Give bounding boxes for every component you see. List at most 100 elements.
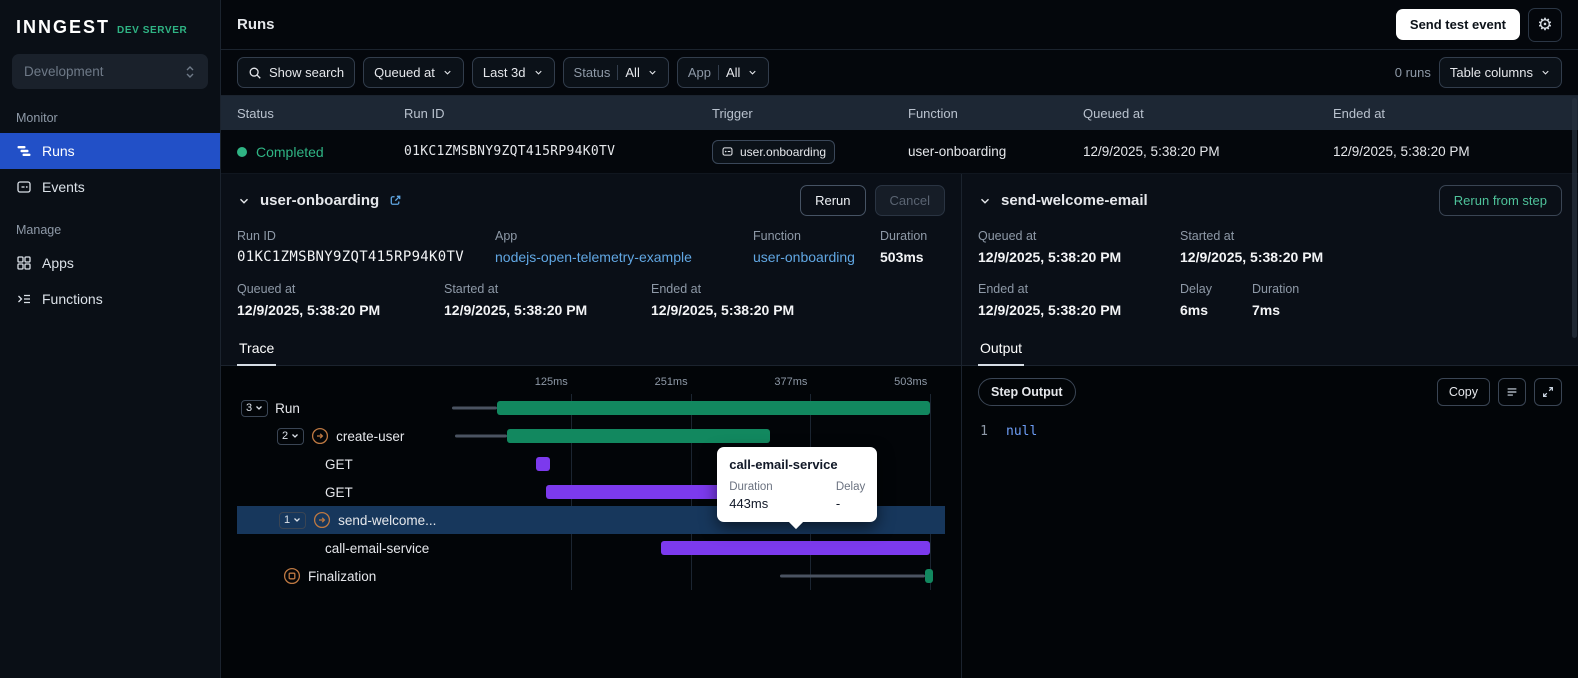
sidebar-item-label: Apps [42,255,74,271]
events-icon [17,181,31,193]
queued-at-field: Queued at 12/9/2025, 5:38:20 PM [237,282,444,318]
sidebar-item-events[interactable]: Events [0,169,220,205]
function-link[interactable]: user-onboarding [753,249,855,265]
step-detail-header: send-welcome-email Rerun from step [962,174,1578,225]
run-title: user-onboarding [260,192,380,209]
run-detail-tabs: Trace [221,331,961,366]
table-row[interactable]: Completed 01KC1ZMSBNY9ZQT415RP94K0TV use… [221,130,1578,174]
column-header-function[interactable]: Function [908,106,1083,121]
run-detail-split: user-onboarding Rerun Cancel Run ID 01KC… [221,174,1578,678]
duration-label: Duration [1252,282,1300,296]
function-label: Function [753,229,801,243]
column-header-run-id[interactable]: Run ID [404,106,712,121]
run-status-cell: Completed [237,144,404,160]
trace-bar-green[interactable] [506,429,770,443]
trace-bar-purple[interactable] [660,541,931,555]
sidebar-item-apps[interactable]: Apps [0,245,220,281]
step-output-badge[interactable]: Step Output [978,378,1076,406]
trace-bar-wait[interactable] [452,406,497,410]
sidebar: INNGEST DEV SERVER Development Monitor R… [0,0,221,678]
send-test-event-button[interactable]: Send test event [1395,9,1520,40]
sidebar-item-functions[interactable]: Functions [0,281,220,317]
output-area: Step Output Copy 1 null [962,366,1578,678]
tab-output[interactable]: Output [978,331,1025,366]
chevron-down-icon [256,406,263,410]
word-wrap-button[interactable] [1498,378,1526,406]
function-field: Function user-onboarding [753,229,880,265]
chevron-down-icon[interactable] [978,194,992,208]
collapse-toggle[interactable]: 1 [279,511,307,529]
column-header-queued-at[interactable]: Queued at [1083,106,1333,121]
trace-bar-green[interactable] [496,401,930,415]
tab-trace[interactable]: Trace [237,331,277,366]
trace-row-call-email-service[interactable]: call-email-service [237,534,945,562]
chevron-down-icon [294,518,301,522]
app-link[interactable]: nodejs-open-telemetry-example [495,249,692,265]
queued-at-label: Queued at [237,282,296,296]
span-name: create-user [336,428,405,444]
collapse-toggle[interactable]: 3 [241,399,269,417]
trace-row-finalization[interactable]: Finalization [237,562,945,590]
ended-at-value: 12/9/2025, 5:38:20 PM [651,302,795,318]
settings-gear-button[interactable]: ⚙ [1528,7,1562,42]
trace-row-run[interactable]: 3 Run [237,394,945,422]
trace-bar-purple[interactable] [535,457,550,471]
trace-bar-green[interactable] [924,569,934,583]
output-code[interactable]: 1 null [962,406,1578,457]
show-search-button[interactable]: Show search [237,57,356,88]
status-filter-dropdown[interactable]: Status All [562,57,669,88]
trace-bar-purple[interactable] [545,485,738,499]
column-header-ended-at[interactable]: Ended at [1333,106,1562,121]
chevron-down-icon[interactable] [237,194,251,208]
expand-icon [1543,387,1553,397]
trace-row-plot [452,562,945,590]
trace-row-label-cell: 3 Run [237,399,452,417]
sidebar-item-runs[interactable]: Runs [0,133,220,169]
expand-button[interactable] [1534,378,1562,406]
runs-icon [17,146,31,156]
cancel-button: Cancel [874,185,945,216]
time-range-dropdown[interactable]: Last 3d [471,57,555,88]
chevron-up-down-icon [186,65,194,78]
tooltip-delay-value: - [835,496,841,511]
step-queued-at-field: Queued at 12/9/2025, 5:38:20 PM [978,229,1180,265]
child-count: 3 [246,402,253,414]
step-icon [314,511,331,529]
queued-at-value: 12/9/2025, 5:38:20 PM [237,302,381,318]
trace-bar-wait[interactable] [454,434,507,438]
trace-row-create-user[interactable]: 2 create-user [237,422,945,450]
duration-field: Duration 503ms [880,229,945,265]
rerun-from-step-button[interactable]: Rerun from step [1438,185,1562,216]
collapse-toggle[interactable]: 2 [277,427,305,445]
external-link-icon[interactable] [388,193,403,208]
queued-at-dropdown[interactable]: Queued at [363,57,464,88]
copy-button[interactable]: Copy [1436,378,1490,406]
step-ended-at-field: Ended at 12/9/2025, 5:38:20 PM [978,282,1180,318]
step-detail-tabs: Output [962,331,1578,366]
rerun-button[interactable]: Rerun [800,185,866,216]
logo-row: INNGEST DEV SERVER [0,0,220,50]
environment-select[interactable]: Development [12,54,208,89]
started-at-value: 12/9/2025, 5:38:20 PM [1180,249,1324,265]
chevron-down-icon [534,70,542,75]
tooltip-title: call-email-service [729,457,838,472]
started-at-label: Started at [1180,229,1235,243]
app-filter-dropdown[interactable]: App All [676,57,770,88]
duration-value: 503ms [880,249,924,265]
axis-tick-label: 125ms [534,376,568,388]
trace-time-axis: 125ms 251ms 377ms 503ms [452,374,945,394]
trigger-badge[interactable]: user.onboarding [712,139,836,164]
run-id-cell: 01KC1ZMSBNY9ZQT415RP94K0TV [404,144,616,159]
column-header-trigger[interactable]: Trigger [712,106,908,121]
scrollbar-thumb[interactable] [1572,98,1577,338]
delay-value: 6ms [1180,302,1209,318]
lines-icon [1507,388,1517,396]
status-dot-icon [237,146,247,157]
column-header-status[interactable]: Status [237,106,404,121]
status-filter-value: All [625,65,640,80]
table-columns-dropdown[interactable]: Table columns [1438,57,1562,88]
trace-bar-wait[interactable] [780,574,925,578]
main-content: Runs Send test event ⚙ Show search Queue… [221,0,1578,678]
app-filter-value: All [725,65,741,80]
run-id-field: Run ID 01KC1ZMSBNY9ZQT415RP94K0TV [237,229,495,265]
